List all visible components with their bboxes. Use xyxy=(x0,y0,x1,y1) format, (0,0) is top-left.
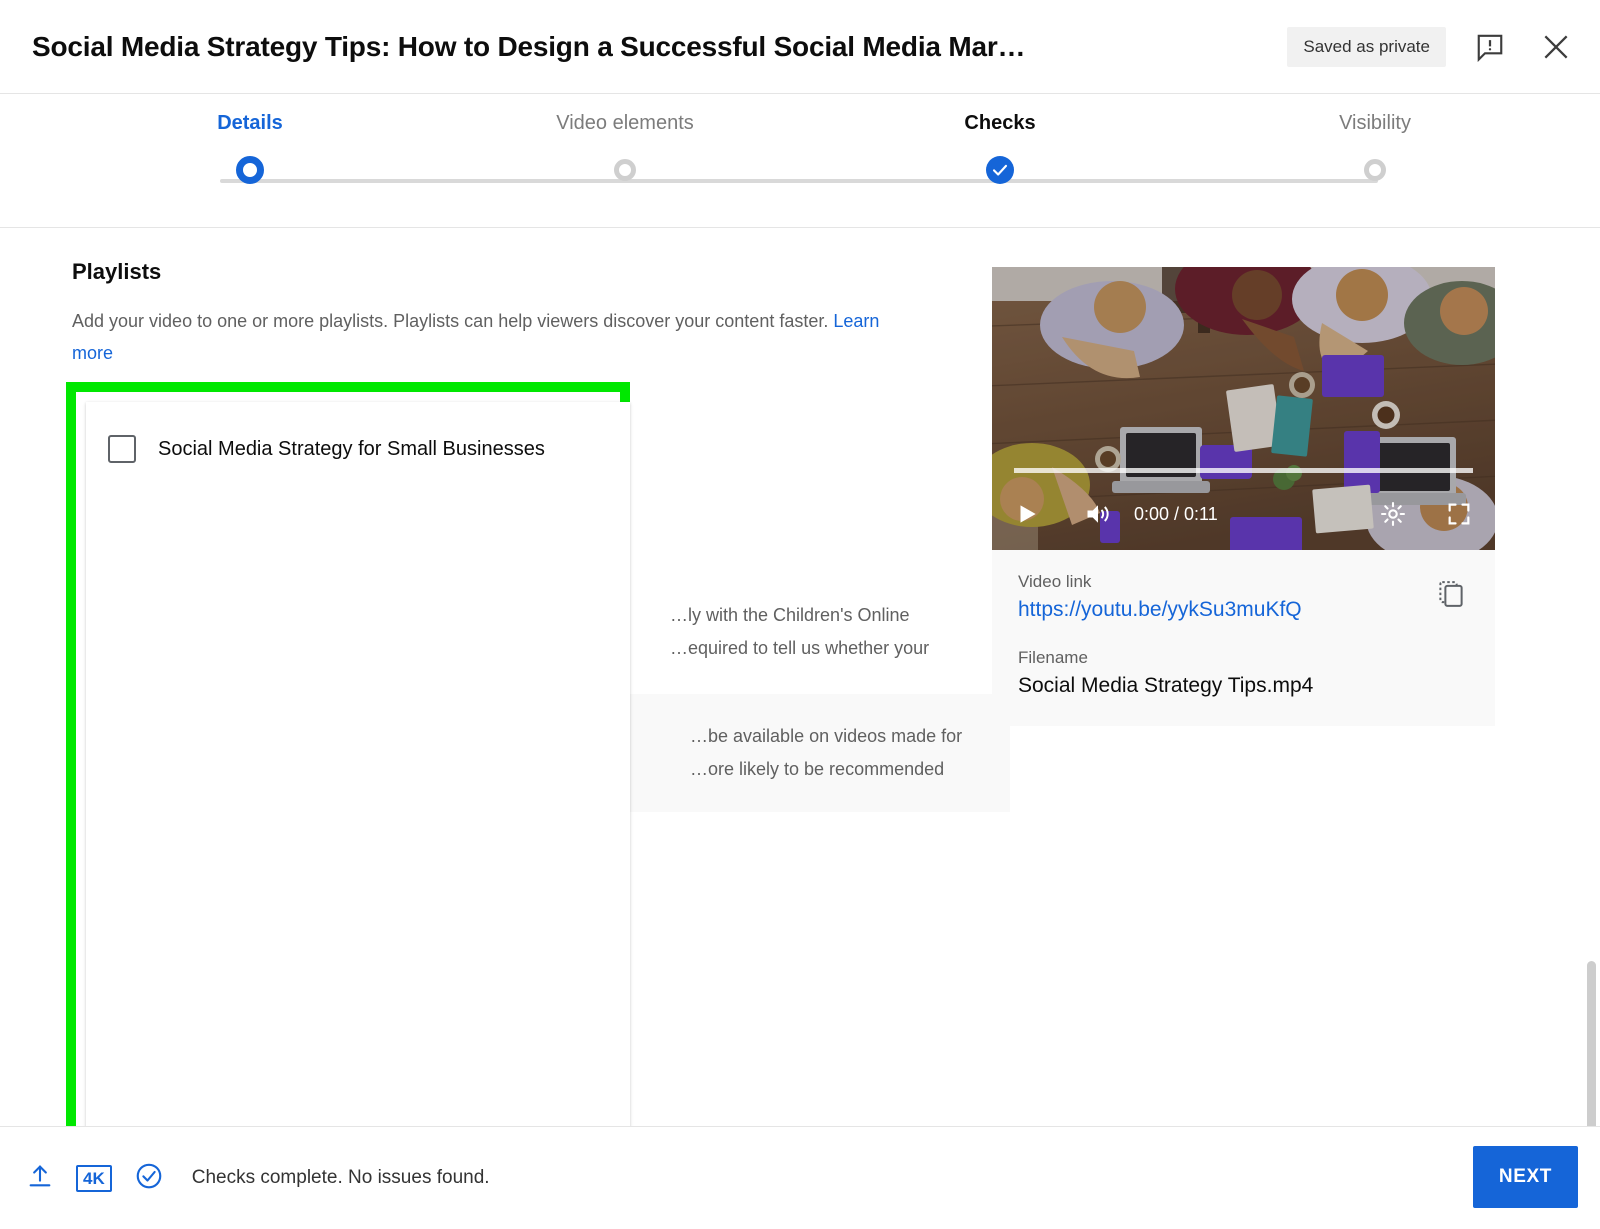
page-title: Social Media Strategy Tips: How to Desig… xyxy=(32,31,1025,63)
step-dot-video-elements xyxy=(614,159,636,181)
step-dot-checks xyxy=(986,156,1014,184)
step-label-checks: Checks xyxy=(900,111,1100,135)
play-icon[interactable] xyxy=(1014,501,1040,527)
video-time: 0:00 / 0:11 xyxy=(1134,504,1218,525)
coppa-line-1: …ly with the Children's Online xyxy=(670,599,980,632)
playlist-dropdown: Social Media Strategy for Small Business… xyxy=(86,402,630,1126)
playlists-description-text: Add your video to one or more playlists.… xyxy=(72,311,828,331)
footer-status-icons: 4K xyxy=(26,1161,164,1196)
playlist-dropdown-highlight: Social Media Strategy for Small Business… xyxy=(66,382,630,1126)
video-link[interactable]: https://youtu.be/yykSu3muKfQ xyxy=(1018,598,1469,622)
video-link-label: Video link xyxy=(1018,572,1469,592)
dialog-footer: 4K Checks complete. No issues found. NEX… xyxy=(0,1126,1600,1229)
playlists-heading: Playlists xyxy=(72,259,962,285)
info-line-1: …be available on videos made for xyxy=(690,720,1010,753)
step-dot-visibility xyxy=(1364,159,1386,181)
playlist-item-label: Social Media Strategy for Small Business… xyxy=(158,438,545,461)
dialog-body: Playlists Add your video to one or more … xyxy=(0,229,1600,1126)
vertical-scrollbar[interactable] xyxy=(1587,961,1596,1126)
upload-arrow-icon xyxy=(26,1162,54,1195)
step-label-visibility: Visibility xyxy=(1275,111,1475,135)
upload-stepper: Details Video elements Checks Visibility xyxy=(0,95,1600,228)
resolution-badge: 4K xyxy=(76,1165,112,1192)
close-icon[interactable] xyxy=(1534,25,1578,69)
playlist-checkbox[interactable] xyxy=(108,435,136,463)
check-icon xyxy=(991,161,1009,179)
video-preview-column: 0:00 / 0:11 xyxy=(992,267,1495,726)
step-dot-details xyxy=(236,156,264,184)
list-item[interactable]: Social Media Strategy for Small Business… xyxy=(86,424,630,474)
step-checks[interactable]: Checks xyxy=(900,111,1100,184)
feedback-icon[interactable] xyxy=(1468,25,1512,69)
check-circle-icon xyxy=(134,1161,164,1196)
step-details[interactable]: Details xyxy=(150,111,350,184)
fullscreen-icon[interactable] xyxy=(1445,500,1473,528)
header-actions: Saved as private xyxy=(1287,0,1578,94)
youtube-studio-upload-dialog: Social Media Strategy Tips: How to Desig… xyxy=(0,0,1600,1229)
coppa-line-2: …equired to tell us whether your xyxy=(670,632,980,665)
volume-icon[interactable] xyxy=(1084,500,1112,528)
info-line-2: …ore likely to be recommended xyxy=(690,753,1010,786)
video-progress-bar[interactable] xyxy=(1014,468,1473,473)
filename-value: Social Media Strategy Tips.mp4 xyxy=(1018,674,1469,698)
details-form-column: Playlists Add your video to one or more … xyxy=(72,229,962,369)
playlists-description: Add your video to one or more playlists.… xyxy=(72,305,922,369)
status-badge: Saved as private xyxy=(1287,27,1446,67)
gear-icon[interactable] xyxy=(1379,500,1407,528)
checks-status-text: Checks complete. No issues found. xyxy=(192,1167,490,1189)
step-video-elements[interactable]: Video elements xyxy=(525,111,725,181)
stepper-track xyxy=(220,179,1378,183)
step-label-details: Details xyxy=(150,111,350,135)
step-visibility[interactable]: Visibility xyxy=(1275,111,1475,181)
video-player[interactable]: 0:00 / 0:11 xyxy=(992,267,1495,550)
step-label-video-elements: Video elements xyxy=(525,111,725,135)
copy-icon[interactable] xyxy=(1431,574,1471,614)
dialog-header: Social Media Strategy Tips: How to Desig… xyxy=(0,0,1600,94)
playlist-options-list: Social Media Strategy for Small Business… xyxy=(86,402,630,1126)
filename-label: Filename xyxy=(1018,648,1469,668)
video-controls: 0:00 / 0:11 xyxy=(992,468,1495,550)
video-metadata-box: Video link https://youtu.be/yykSu3muKfQ … xyxy=(992,550,1495,726)
next-button[interactable]: NEXT xyxy=(1473,1146,1578,1208)
